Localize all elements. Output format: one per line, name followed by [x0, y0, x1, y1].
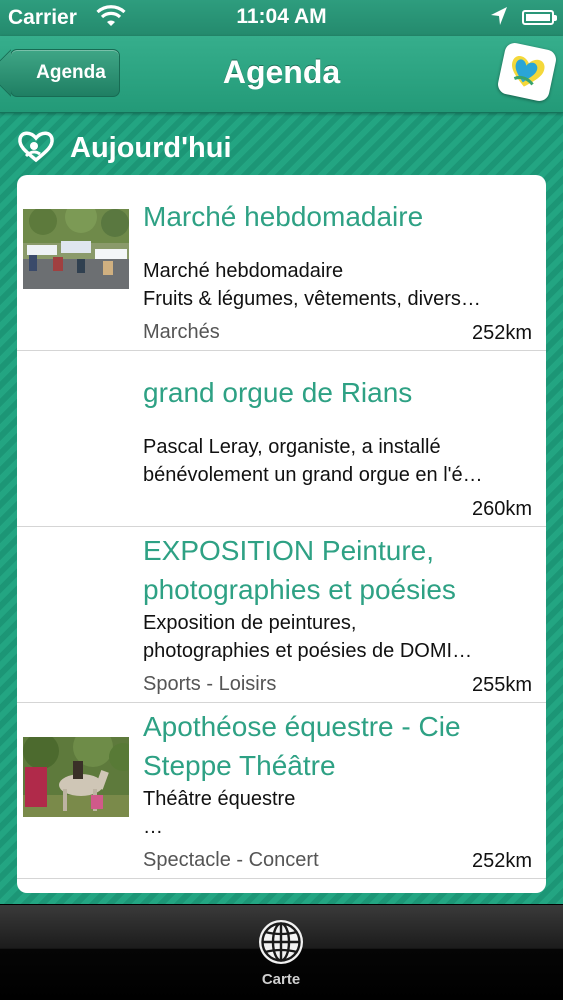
tab-bar: Carte — [0, 904, 563, 1000]
navigation-bar: Agenda Agenda — [0, 36, 563, 113]
event-description-line: bénévolement un grand orgue en l'é… — [143, 464, 483, 486]
location-arrow-icon — [489, 5, 509, 33]
battery-icon — [522, 10, 557, 25]
event-description-line: Pascal Leray, organiste, a installé — [143, 436, 441, 458]
event-title: grand orgue de Rians — [143, 373, 533, 412]
event-description-line: Exposition de peintures, — [143, 612, 357, 634]
event-description: Exposition de peintures, photographies e… — [143, 609, 535, 665]
event-category: Sports - Loisirs — [143, 673, 277, 695]
event-distance: 252km — [471, 850, 532, 872]
event-title: EXPOSITION Peinture, photographies et po… — [143, 531, 533, 609]
event-thumbnail — [23, 737, 129, 817]
event-category: Marchés — [143, 321, 220, 343]
event-description: Marché hebdomadaire Fruits & légumes, vê… — [143, 257, 535, 313]
heart-outline-icon — [16, 129, 56, 173]
event-description-line: photographies et poésies de DOMI… — [143, 640, 473, 662]
event-title-line: grand orgue de Rians — [143, 377, 413, 408]
event-description-line: … — [143, 816, 163, 838]
section-header: Aujourd'hui — [16, 126, 546, 170]
event-row[interactable]: EXPOSITION Peinture, photographies et po… — [17, 527, 546, 703]
event-title: Apothéose équestre - Cie Steppe Théâtre — [143, 707, 533, 785]
event-title-line: photographies et poésies — [143, 574, 456, 605]
event-title-line: Steppe Théâtre — [143, 750, 336, 781]
event-distance: 255km — [471, 674, 532, 696]
status-bar: Carrier 11:04 AM — [0, 0, 563, 36]
event-distance: 260km — [471, 498, 532, 520]
event-distance: 252km — [471, 322, 532, 344]
event-row[interactable]: Marché hebdomadaire Marché hebdomadaire … — [17, 175, 546, 351]
clock: 11:04 AM — [236, 5, 327, 28]
globe-icon — [259, 920, 303, 964]
event-row[interactable]: Apothéose équestre - Cie Steppe Théâtre … — [17, 703, 546, 879]
event-description: Théâtre équestre … — [143, 785, 535, 841]
event-title-line: EXPOSITION Peinture, — [143, 535, 434, 566]
section-title: Aujourd'hui — [70, 132, 232, 164]
event-description-line: Marché hebdomadaire — [143, 260, 344, 282]
event-title-line: Apothéose équestre - Cie — [143, 711, 461, 742]
event-title: Marché hebdomadaire — [143, 197, 533, 236]
event-description: Pascal Leray, organiste, a installé béné… — [143, 433, 535, 489]
event-category: Spectacle - Concert — [143, 849, 319, 871]
event-list: Marché hebdomadaire Marché hebdomadaire … — [17, 175, 546, 893]
event-row[interactable]: grand orgue de Rians Pascal Leray, organ… — [17, 351, 546, 527]
event-description-line: Théâtre équestre — [143, 788, 296, 810]
event-thumbnail — [23, 209, 129, 289]
event-title-line: Marché hebdomadaire — [143, 201, 424, 232]
tab-carte-label: Carte — [261, 971, 301, 988]
event-description-line: Fruits & légumes, vêtements, divers… — [143, 288, 481, 310]
page-title: Agenda — [222, 54, 341, 90]
tab-carte[interactable]: Carte — [226, 917, 336, 997]
app-logo-button[interactable] — [496, 41, 558, 103]
heart-logo-icon — [512, 56, 545, 87]
